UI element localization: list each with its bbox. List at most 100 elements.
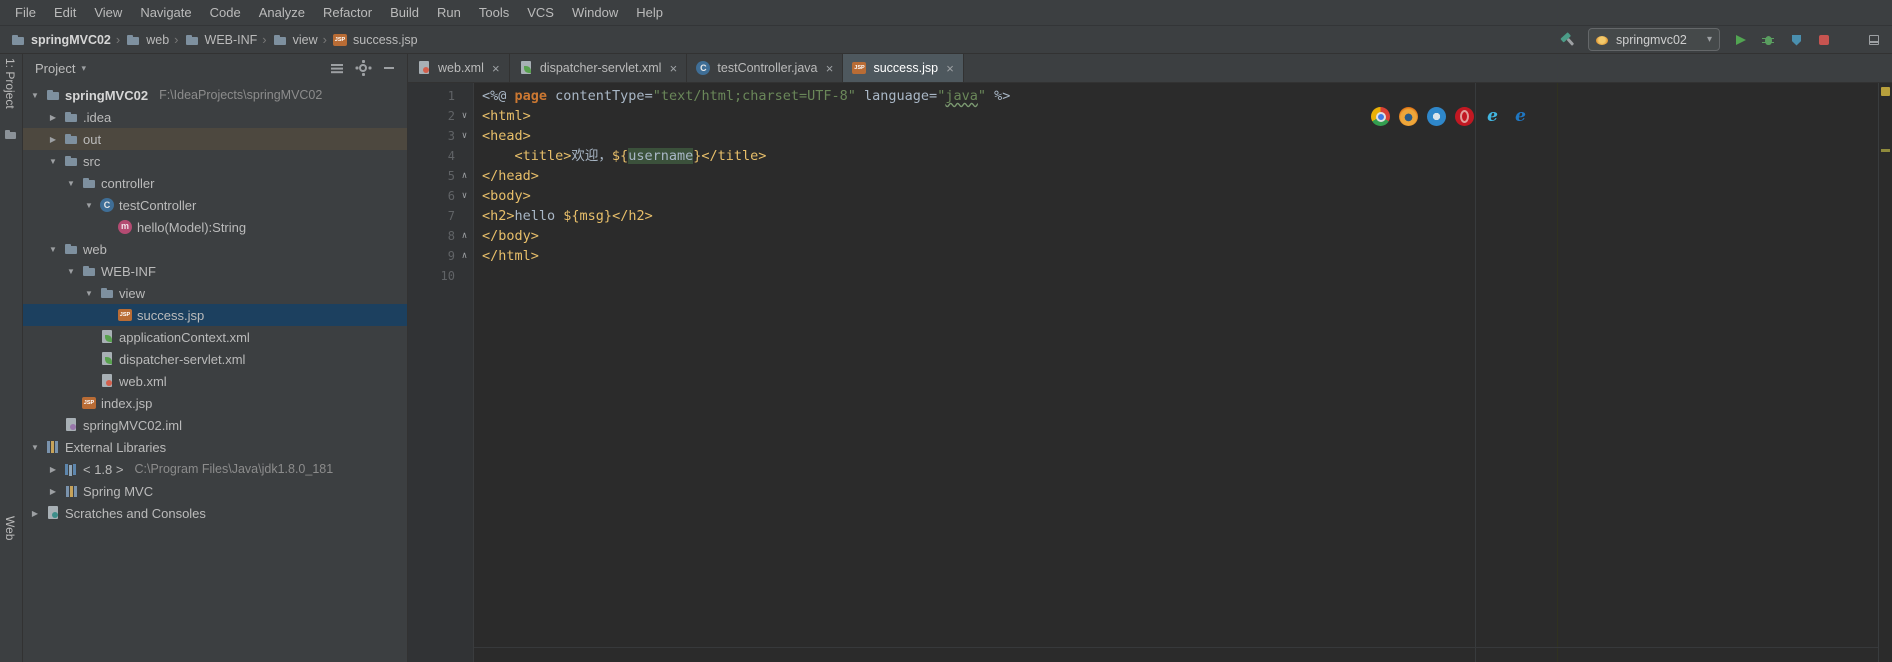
warning-mark[interactable]	[1881, 149, 1890, 152]
chevron-expanded-icon[interactable]	[29, 443, 41, 452]
gutter-cell: 9	[408, 246, 473, 266]
tree-item-dispatcher-servlet-xml[interactable]: dispatcher-servlet.xml	[23, 348, 407, 370]
tree-item-web-xml[interactable]: web.xml	[23, 370, 407, 392]
inspection-indicator[interactable]	[1881, 87, 1890, 96]
code-line: 4 <title>欢迎，${username}</title>	[408, 146, 1892, 166]
spring-xml-icon	[99, 329, 115, 345]
chevron-expanded-icon[interactable]	[83, 201, 95, 210]
tool-window-button-project[interactable]: 1: Project	[3, 58, 17, 109]
collapse-all-icon[interactable]	[329, 60, 345, 76]
menu-item-view[interactable]: View	[85, 0, 131, 25]
code-editor[interactable]: 1 <%@ page contentType="text/html;charset…	[408, 83, 1892, 662]
tree-item-src[interactable]: src	[23, 150, 407, 172]
build-hammer-icon[interactable]	[1557, 28, 1580, 51]
menu-bar: File Edit View Navigate Code Analyze Refactor B…	[0, 0, 1892, 26]
menu-item-refactor[interactable]: Refactor	[314, 0, 381, 25]
chevron-collapsed-icon[interactable]	[29, 509, 41, 518]
chevron-expanded-icon[interactable]	[65, 267, 77, 276]
menu-item-navigate[interactable]: Navigate	[131, 0, 200, 25]
tree-item-springmvc02[interactable]: springMVC02 F:\IdeaProjects\springMVC02	[23, 84, 407, 106]
tree-item-testcontroller[interactable]: testController	[23, 194, 407, 216]
fold-marker-icon[interactable]	[459, 226, 470, 246]
tree-item-spring-mvc[interactable]: Spring MVC	[23, 480, 407, 502]
chevron-collapsed-icon[interactable]	[47, 465, 59, 474]
opera-icon[interactable]	[1455, 107, 1474, 126]
chevron-collapsed-icon[interactable]	[47, 135, 59, 144]
tree-item-out[interactable]: out	[23, 128, 407, 150]
chevron-expanded-icon[interactable]	[65, 179, 77, 188]
fold-marker-icon[interactable]	[459, 166, 470, 186]
tab-dispatcher-servlet-xml[interactable]: dispatcher-servlet.xml	[510, 54, 688, 82]
close-icon[interactable]	[945, 61, 955, 76]
menu-item-vcs[interactable]: VCS	[518, 0, 563, 25]
run-icon[interactable]	[1732, 32, 1748, 48]
tab-web-xml[interactable]: web.xml	[408, 54, 510, 82]
chevron-collapsed-icon[interactable]	[47, 113, 59, 122]
tree-item-hello-model-string[interactable]: hello(Model):String	[23, 216, 407, 238]
chevron-expanded-icon[interactable]	[29, 91, 41, 100]
edge-icon[interactable]	[1511, 107, 1530, 126]
tree-item-view[interactable]: view	[23, 282, 407, 304]
settings-gear-icon[interactable]	[355, 60, 371, 76]
stop-icon[interactable]	[1816, 32, 1832, 48]
menu-item-code[interactable]: Code	[201, 0, 250, 25]
hide-panel-icon[interactable]	[381, 60, 397, 76]
tree-item-web-inf[interactable]: WEB-INF	[23, 260, 407, 282]
close-icon[interactable]	[668, 61, 678, 76]
breadcrumb-item-web[interactable]: web	[125, 32, 169, 48]
fold-marker-icon[interactable]	[459, 186, 470, 206]
tool-windows-icon[interactable]	[1866, 32, 1882, 48]
coverage-icon[interactable]	[1788, 32, 1804, 48]
chevron-down-icon[interactable]	[81, 63, 86, 74]
fold-marker-icon[interactable]	[459, 246, 470, 266]
safari-icon[interactable]	[1427, 107, 1446, 126]
menu-item-build[interactable]: Build	[381, 0, 428, 25]
tab-testcontroller-java[interactable]: testController.java	[687, 54, 844, 82]
debug-icon[interactable]	[1760, 32, 1776, 48]
tree-item-label: out	[83, 131, 102, 147]
tree-item-external-libraries[interactable]: External Libraries	[23, 436, 407, 458]
menu-item-tools[interactable]: Tools	[470, 0, 518, 25]
breadcrumb-item-success-jsp[interactable]: success.jsp	[332, 32, 418, 48]
run-config-select[interactable]: springmvc02	[1588, 28, 1720, 51]
tree-item-controller[interactable]: controller	[23, 172, 407, 194]
project-tool-window: Project springMVC02 F:\IdeaProjects\sprin…	[23, 54, 408, 662]
menu-item-window[interactable]: Window	[563, 0, 627, 25]
code-text: <head>	[473, 126, 531, 146]
ie-icon[interactable]	[1483, 107, 1502, 126]
tree-item-scratches-and-consoles[interactable]: Scratches and Consoles	[23, 502, 407, 524]
fold-marker-icon[interactable]	[459, 106, 470, 126]
iml-icon	[63, 417, 79, 433]
chevron-collapsed-icon[interactable]	[47, 487, 59, 496]
menu-item-run[interactable]: Run	[428, 0, 470, 25]
tree-item-idea[interactable]: .idea	[23, 106, 407, 128]
tab-success-jsp[interactable]: success.jsp	[843, 54, 965, 82]
tool-window-button-web[interactable]: Web	[3, 516, 17, 540]
fold-marker-icon[interactable]	[459, 126, 470, 146]
chevron-expanded-icon[interactable]	[47, 245, 59, 254]
tree-item-success-jsp[interactable]: success.jsp	[23, 304, 407, 326]
firefox-icon[interactable]	[1399, 107, 1418, 126]
menu-item-edit[interactable]: Edit	[45, 0, 85, 25]
chrome-icon[interactable]	[1371, 107, 1390, 126]
tree-item-web[interactable]: web	[23, 238, 407, 260]
tree-item-1-8[interactable]: < 1.8 > C:\Program Files\Java\jdk1.8.0_18…	[23, 458, 407, 480]
project-folder-icon[interactable]	[4, 128, 18, 142]
gutter-cell: 8	[408, 226, 473, 246]
scrollbar-error-stripe[interactable]	[1878, 83, 1892, 662]
tree-item-applicationcontext-xml[interactable]: applicationContext.xml	[23, 326, 407, 348]
breadcrumb-item-web-inf[interactable]: WEB-INF	[184, 32, 257, 48]
code-token: %>	[985, 88, 1011, 104]
tree-item-index-jsp[interactable]: index.jsp	[23, 392, 407, 414]
chevron-expanded-icon[interactable]	[47, 157, 59, 166]
menu-item-analyze[interactable]: Analyze	[250, 0, 314, 25]
close-icon[interactable]	[824, 61, 834, 76]
tree-item-springmvc02-iml[interactable]: springMVC02.iml	[23, 414, 407, 436]
breadcrumb-item-springmvc02[interactable]: springMVC02	[10, 32, 111, 48]
chevron-expanded-icon[interactable]	[83, 289, 95, 298]
menu-item-file[interactable]: File	[6, 0, 45, 25]
browser-preview-bar	[1371, 107, 1530, 126]
menu-item-help[interactable]: Help	[627, 0, 672, 25]
breadcrumb-item-view[interactable]: view	[272, 32, 318, 48]
close-icon[interactable]	[491, 61, 501, 76]
